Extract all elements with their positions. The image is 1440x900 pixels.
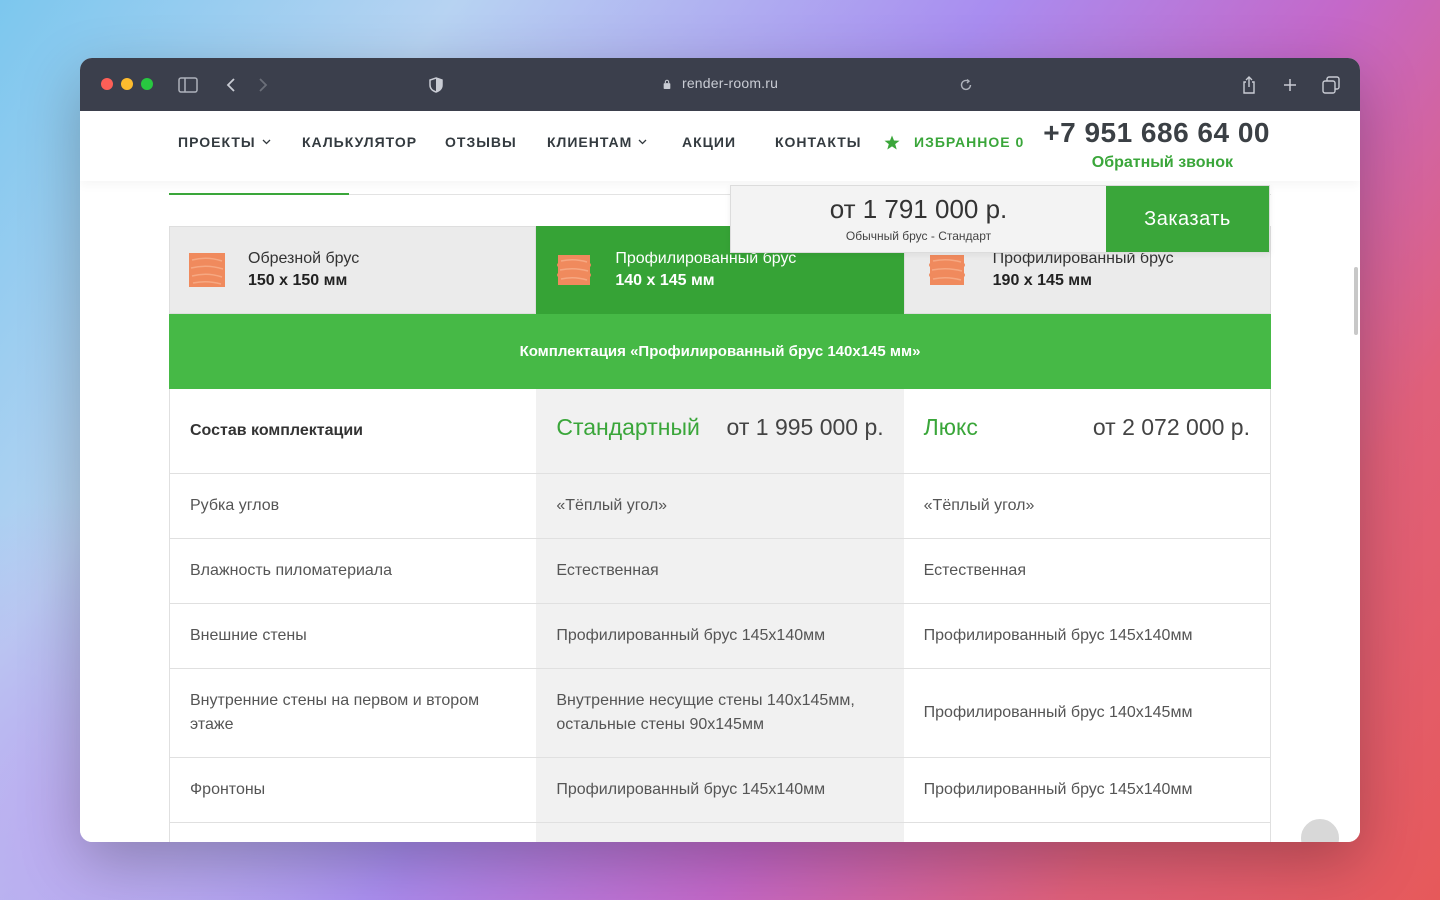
table-header-label: Состав комплектации <box>190 422 363 439</box>
reload-icon[interactable] <box>954 73 978 97</box>
page-scrollbar[interactable] <box>1354 267 1358 335</box>
nav-item-label: КАЛЬКУЛЯТОР <box>302 134 418 150</box>
chevron-down-icon <box>638 139 647 145</box>
package-name: Стандартный <box>556 414 700 440</box>
table-row <box>170 823 1270 842</box>
profiled-beam-icon <box>557 255 592 285</box>
nav-item-label: ПРОЕКТЫ <box>178 134 256 150</box>
browser-toolbar: render-room.ru <box>80 58 1360 111</box>
standard-value: Внутренние несущие стены 140х145мм, оста… <box>536 669 904 757</box>
sticky-price: от 1 791 000 р. <box>829 194 1008 224</box>
nav-item-label: КОНТАКТЫ <box>775 134 862 150</box>
active-section-tab-indicator <box>169 193 349 195</box>
chevron-down-icon <box>262 139 271 145</box>
phone-number[interactable]: +7 951 686 64 00 <box>1043 117 1270 149</box>
new-tab-icon[interactable] <box>1278 73 1302 97</box>
address-bar[interactable]: render-room.ru <box>80 75 1360 91</box>
sticky-order-bar: от 1 791 000 р. Обычный брус - Стандарт … <box>730 185 1270 253</box>
lux-value: Профилированный брус 145х140мм <box>923 627 1193 644</box>
site-header: ПРОЕКТЫ КАЛЬКУЛЯТОР ОТЗЫВЫ КЛИЕНТАМ АКЦИ… <box>80 111 1360 181</box>
web-page: ПРОЕКТЫ КАЛЬКУЛЯТОР ОТЗЫВЫ КЛИЕНТАМ АКЦИ… <box>80 111 1360 842</box>
favorites-label: ИЗБРАННОЕ 0 <box>914 134 1025 150</box>
callback-link[interactable]: Обратный звонок <box>1092 154 1233 172</box>
nav-item-clients[interactable]: КЛИЕНТАМ <box>547 134 647 150</box>
lux-value: Профилированный брус 145х140мм <box>923 781 1193 798</box>
material-tab-size: 150 х 150 мм <box>248 272 348 289</box>
row-label: Внутренние стены на первом и втором этаж… <box>190 692 480 733</box>
material-tab-title: Обрезной брус <box>248 250 360 267</box>
chat-widget-button[interactable] <box>1298 816 1342 842</box>
nav-item-reviews[interactable]: ОТЗЫВЫ <box>445 134 517 150</box>
nav-item-projects[interactable]: ПРОЕКТЫ <box>178 134 271 150</box>
sticky-price-block: от 1 791 000 р. Обычный брус - Стандарт <box>731 186 1106 252</box>
star-icon <box>884 135 900 149</box>
nav-item-label: ОТЗЫВЫ <box>445 134 517 150</box>
material-tab-size: 140 х 145 мм <box>615 272 715 289</box>
favorites-link[interactable]: ИЗБРАННОЕ 0 <box>884 134 1024 150</box>
row-label: Рубка углов <box>190 497 280 514</box>
lock-icon <box>663 79 671 89</box>
order-button[interactable]: Заказать <box>1106 186 1269 252</box>
lux-value: Профилированный брус 140х145мм <box>923 704 1193 721</box>
package-name: Люкс <box>923 414 978 440</box>
browser-window: render-room.ru ПРОЕКТЫ КАЛЬКУЛЯТОР ОТЗЫВ… <box>80 58 1360 842</box>
standard-value: «Тёплый угол» <box>536 474 904 538</box>
material-tab-size: 190 х 145 мм <box>992 272 1092 289</box>
package-banner: Комплектация «Профилированный брус 140х1… <box>169 314 1271 389</box>
row-label: Внешние стены <box>190 627 307 644</box>
tab-overview-icon[interactable] <box>1319 73 1343 97</box>
sticky-price-subtitle: Обычный брус - Стандарт <box>845 229 992 243</box>
share-icon[interactable] <box>1237 73 1261 97</box>
address-bar-url: render-room.ru <box>681 75 779 91</box>
standard-value: Естественная <box>536 539 904 603</box>
nav-item-label: КЛИЕНТАМ <box>547 134 633 150</box>
package-comparison-table: Состав комплектации Стандартный от 1 995… <box>169 389 1271 842</box>
table-row: Внешние стены Профилированный брус 145х1… <box>170 604 1270 669</box>
standard-value: Профилированный брус 145х140мм <box>536 604 904 668</box>
material-tab-edged-timber[interactable]: Обрезной брус 150 х 150 мм <box>169 226 537 314</box>
standard-value <box>536 823 904 842</box>
timber-beam-icon <box>189 253 225 287</box>
lux-value: Естественная <box>923 562 1026 579</box>
row-label: Фронтоны <box>190 781 266 798</box>
table-row: Влажность пиломатериала Естественная Ест… <box>170 539 1270 604</box>
package-price: от 2 072 000 р. <box>1092 414 1250 440</box>
nav-item-calculator[interactable]: КАЛЬКУЛЯТОР <box>302 134 417 150</box>
table-header-row: Состав комплектации Стандартный от 1 995… <box>170 389 1270 474</box>
profiled-beam-icon <box>928 255 965 285</box>
package-lux-header: Люкс от 2 072 000 р. <box>904 389 1270 473</box>
table-row: Рубка углов «Тёплый угол» «Тёплый угол» <box>170 474 1270 539</box>
nav-item-label: АКЦИИ <box>682 134 737 150</box>
nav-item-promotions[interactable]: АКЦИИ <box>682 134 736 150</box>
nav-item-contacts[interactable]: КОНТАКТЫ <box>775 134 861 150</box>
row-label <box>170 823 536 842</box>
package-price: от 1 995 000 р. <box>726 414 884 440</box>
table-row: Фронтоны Профилированный брус 145х140мм … <box>170 758 1270 823</box>
table-row: Внутренние стены на первом и втором этаж… <box>170 669 1270 758</box>
lux-value <box>904 823 1270 842</box>
lux-value: «Тёплый угол» <box>923 497 1035 514</box>
row-label: Влажность пиломатериала <box>190 562 393 579</box>
package-standard-header: Стандартный от 1 995 000 р. <box>536 389 904 473</box>
standard-value: Профилированный брус 145х140мм <box>536 758 904 822</box>
